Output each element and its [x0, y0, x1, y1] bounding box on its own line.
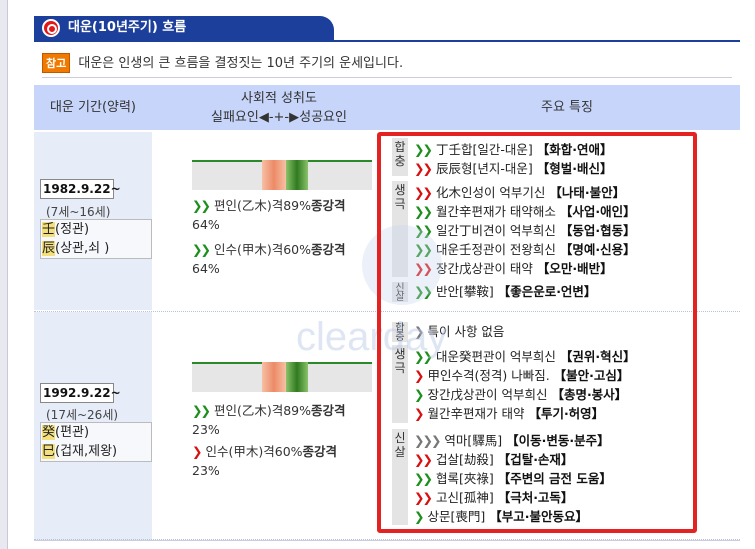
table-header: 대운 기간(양력) 사회적 성취도 실패요인◀-+-▶성공요인 주요 특징 [34, 85, 740, 130]
period-start-date: 1992.9.22~ [40, 383, 121, 403]
arrow-green-icon: ❯❯ [192, 198, 211, 213]
left-scroll-edge [0, 0, 8, 549]
header-social-line1: 사회적 성취도 [241, 90, 317, 106]
cause-value: 23% [192, 463, 220, 478]
note-line: 참고 대운은 인생의 큰 흐름을 결정짓는 10년 주기의 운세입니다. [42, 52, 732, 78]
header-social-line2: 실패요인◀-+-▶성공요인 [211, 109, 347, 125]
ji-char: 巳 [42, 444, 56, 459]
cause-item: ❯ 인수(甲木)격60%종강격 23% [192, 442, 372, 480]
cause-item: ❯❯ 편인(乙木)격89%종강격 64% [192, 196, 372, 234]
arrow-green-icon: ❯❯ [192, 403, 211, 418]
gan-line: 癸(편관) [42, 423, 151, 442]
target-icon [42, 19, 60, 37]
next-row-edge [34, 540, 740, 549]
cause-value: 64% [192, 261, 220, 276]
section-title: 대운(10년주기) 흐름 [68, 20, 187, 35]
ganzhi-box: 癸(편관) 巳(겁재,제왕) [40, 422, 152, 462]
cause-text: 편인(乙木)격89% [213, 403, 311, 418]
success-segment [286, 160, 308, 190]
cause-type: 종강격 [311, 242, 346, 257]
note-text: 대운은 인생의 큰 흐름을 결정짓는 10년 주기의 운세입니다. [78, 56, 404, 71]
cause-type: 종강격 [311, 403, 346, 418]
header-features: 주요 특징 [541, 100, 593, 115]
period-age-range: (17세~26세) [46, 408, 119, 422]
gan-line: 壬(정관) [42, 220, 151, 239]
ji-char: 辰 [42, 241, 56, 256]
cause-value: 64% [192, 217, 220, 232]
gan-char: 壬 [42, 222, 56, 237]
header-period: 대운 기간(양력) [49, 100, 137, 115]
fail-segment [262, 362, 286, 392]
arrow-green-icon: ❯❯ [192, 242, 211, 257]
title-underline [34, 40, 740, 42]
arrow-red-icon: ❯ [192, 444, 203, 459]
ji-line: 辰(상관,쇠 ) [42, 239, 151, 258]
fail-segment [262, 160, 286, 190]
cause-text: 편인(乙木)격89% [213, 198, 311, 213]
cause-value: 23% [192, 422, 220, 437]
ji-line: 巳(겁재,제왕) [42, 442, 151, 461]
success-segment [286, 362, 308, 392]
ganzhi-box: 壬(정관) 辰(상관,쇠 ) [40, 219, 152, 259]
note-badge: 참고 [42, 53, 71, 73]
cause-text: 인수(甲木)격60% [213, 242, 311, 257]
cause-type: 종강격 [311, 198, 346, 213]
achievement-bar [192, 160, 372, 190]
period-start-date: 1982.9.22~ [40, 179, 121, 199]
header-social: 사회적 성취도 실패요인◀-+-▶성공요인 [184, 85, 374, 130]
period-age-range: (7세~16세) [46, 205, 111, 219]
cause-item: ❯❯ 인수(甲木)격60%종강격 64% [192, 240, 372, 278]
gan-desc: (편관) [55, 425, 90, 440]
ji-desc: (상관,쇠 ) [55, 241, 110, 256]
ji-desc: (겁재,제왕) [55, 444, 118, 459]
cause-item: ❯❯ 편인(乙木)격89%종강격 23% [192, 401, 372, 439]
gan-char: 癸 [42, 425, 56, 440]
cause-type: 종강격 [302, 444, 338, 459]
section-title-tab: 대운(10년주기) 흐름 [34, 16, 334, 40]
cause-text: 인수(甲木)격60% [205, 444, 303, 459]
fortune-panel: 대운(10년주기) 흐름 참고 대운은 인생의 큰 흐름을 결정짓는 10년 주… [26, 0, 748, 549]
gan-desc: (정관) [55, 222, 90, 237]
highlight-box [377, 132, 697, 533]
achievement-bar [192, 362, 372, 392]
